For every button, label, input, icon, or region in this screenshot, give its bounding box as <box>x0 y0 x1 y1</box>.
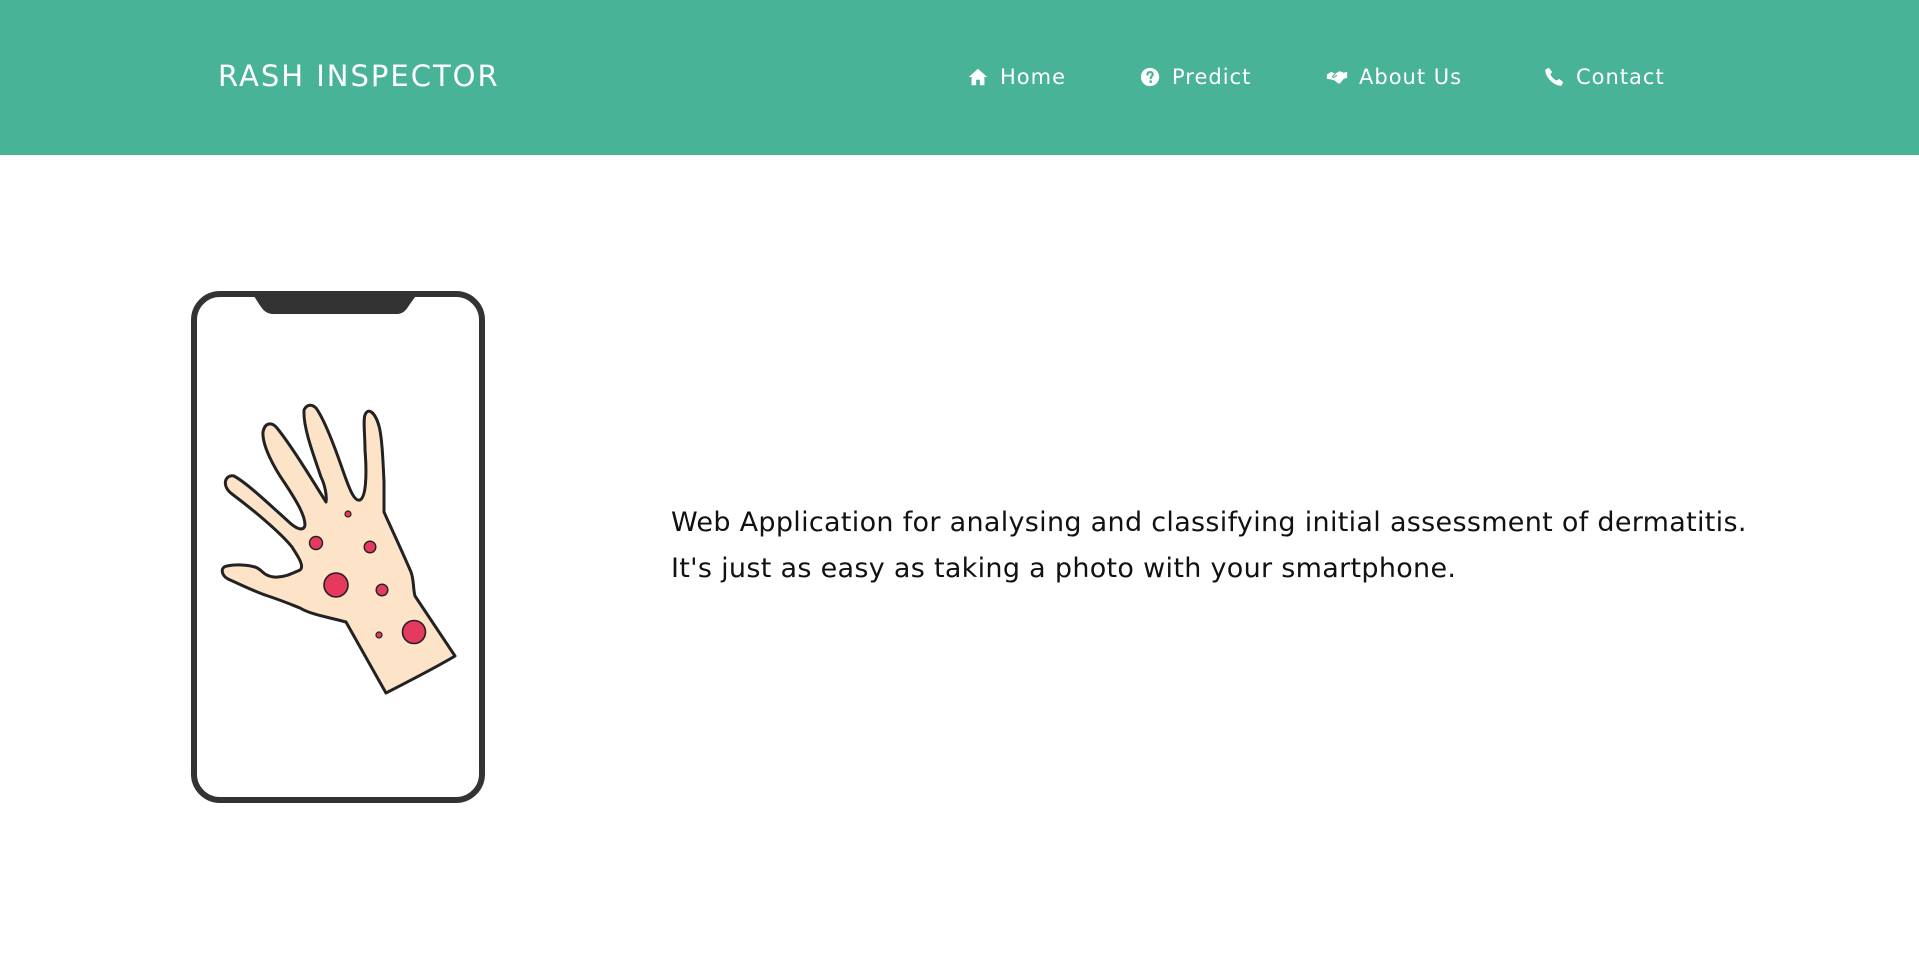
navbar: RASH INSPECTOR Home Predict About Us Con… <box>0 0 1919 155</box>
handshake-icon <box>1326 71 1348 84</box>
phone-icon <box>1545 67 1564 86</box>
nav-item-label: Contact <box>1576 65 1665 89</box>
question-circle-icon <box>1140 67 1160 87</box>
smartphone-rash-hand-illustration <box>191 291 485 803</box>
hero-line-2: It's just as easy as taking a photo with… <box>671 553 1457 584</box>
home-icon <box>968 68 988 86</box>
nav-item-about-us[interactable]: About Us <box>1326 60 1462 94</box>
nav-item-label: Home <box>1000 65 1067 89</box>
hero-description: Web Application for analysing and classi… <box>671 500 1891 592</box>
nav-item-predict[interactable]: Predict <box>1139 60 1251 94</box>
hero-line-1: Web Application for analysing and classi… <box>671 507 1747 538</box>
nav-item-label: About Us <box>1359 65 1463 89</box>
nav-item-label: Predict <box>1172 65 1252 89</box>
brand-title[interactable]: RASH INSPECTOR <box>218 56 500 96</box>
nav-item-contact[interactable]: Contact <box>1543 60 1665 94</box>
nav-item-home[interactable]: Home <box>967 60 1066 94</box>
